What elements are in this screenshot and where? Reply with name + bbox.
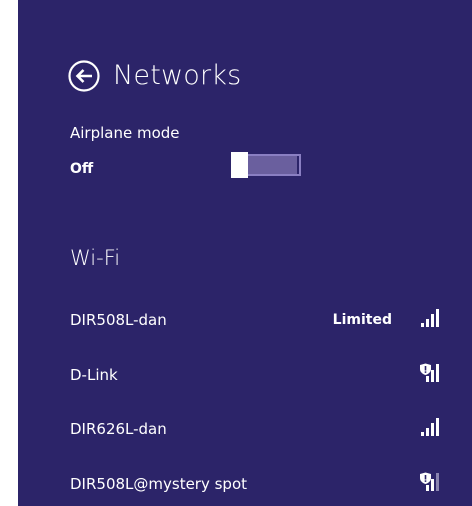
- back-arrow-icon[interactable]: [67, 59, 101, 93]
- airplane-mode-state: Off: [70, 161, 94, 177]
- network-item[interactable]: DIR626L-dan: [18, 409, 472, 449]
- network-status: Limited: [332, 312, 392, 328]
- secured-signal-icon: [420, 472, 439, 491]
- network-item[interactable]: D-Link: [18, 355, 472, 395]
- network-name: DIR508L@mystery spot: [70, 475, 248, 493]
- page-title: Networks: [113, 60, 242, 91]
- header: Networks: [67, 58, 241, 94]
- network-name: DIR508L-dan: [70, 311, 167, 329]
- signal-strength-icon: [421, 309, 439, 327]
- toggle-track-border: [248, 154, 301, 176]
- network-name: DIR626L-dan: [70, 420, 167, 438]
- secured-signal-icon: [420, 363, 439, 382]
- signal-strength-icon: [421, 418, 439, 436]
- toggle-thumb[interactable]: [231, 152, 248, 178]
- airplane-mode-label: Airplane mode: [70, 124, 180, 142]
- network-name: D-Link: [70, 366, 118, 384]
- network-item[interactable]: DIR508L-dan Limited: [18, 300, 472, 340]
- network-item[interactable]: DIR508L@mystery spot: [18, 464, 472, 504]
- wifi-section-heading: Wi-Fi: [70, 246, 121, 270]
- airplane-mode-toggle[interactable]: [231, 152, 301, 178]
- networks-panel: Networks Airplane mode Off Wi-Fi DIR508L…: [18, 0, 472, 506]
